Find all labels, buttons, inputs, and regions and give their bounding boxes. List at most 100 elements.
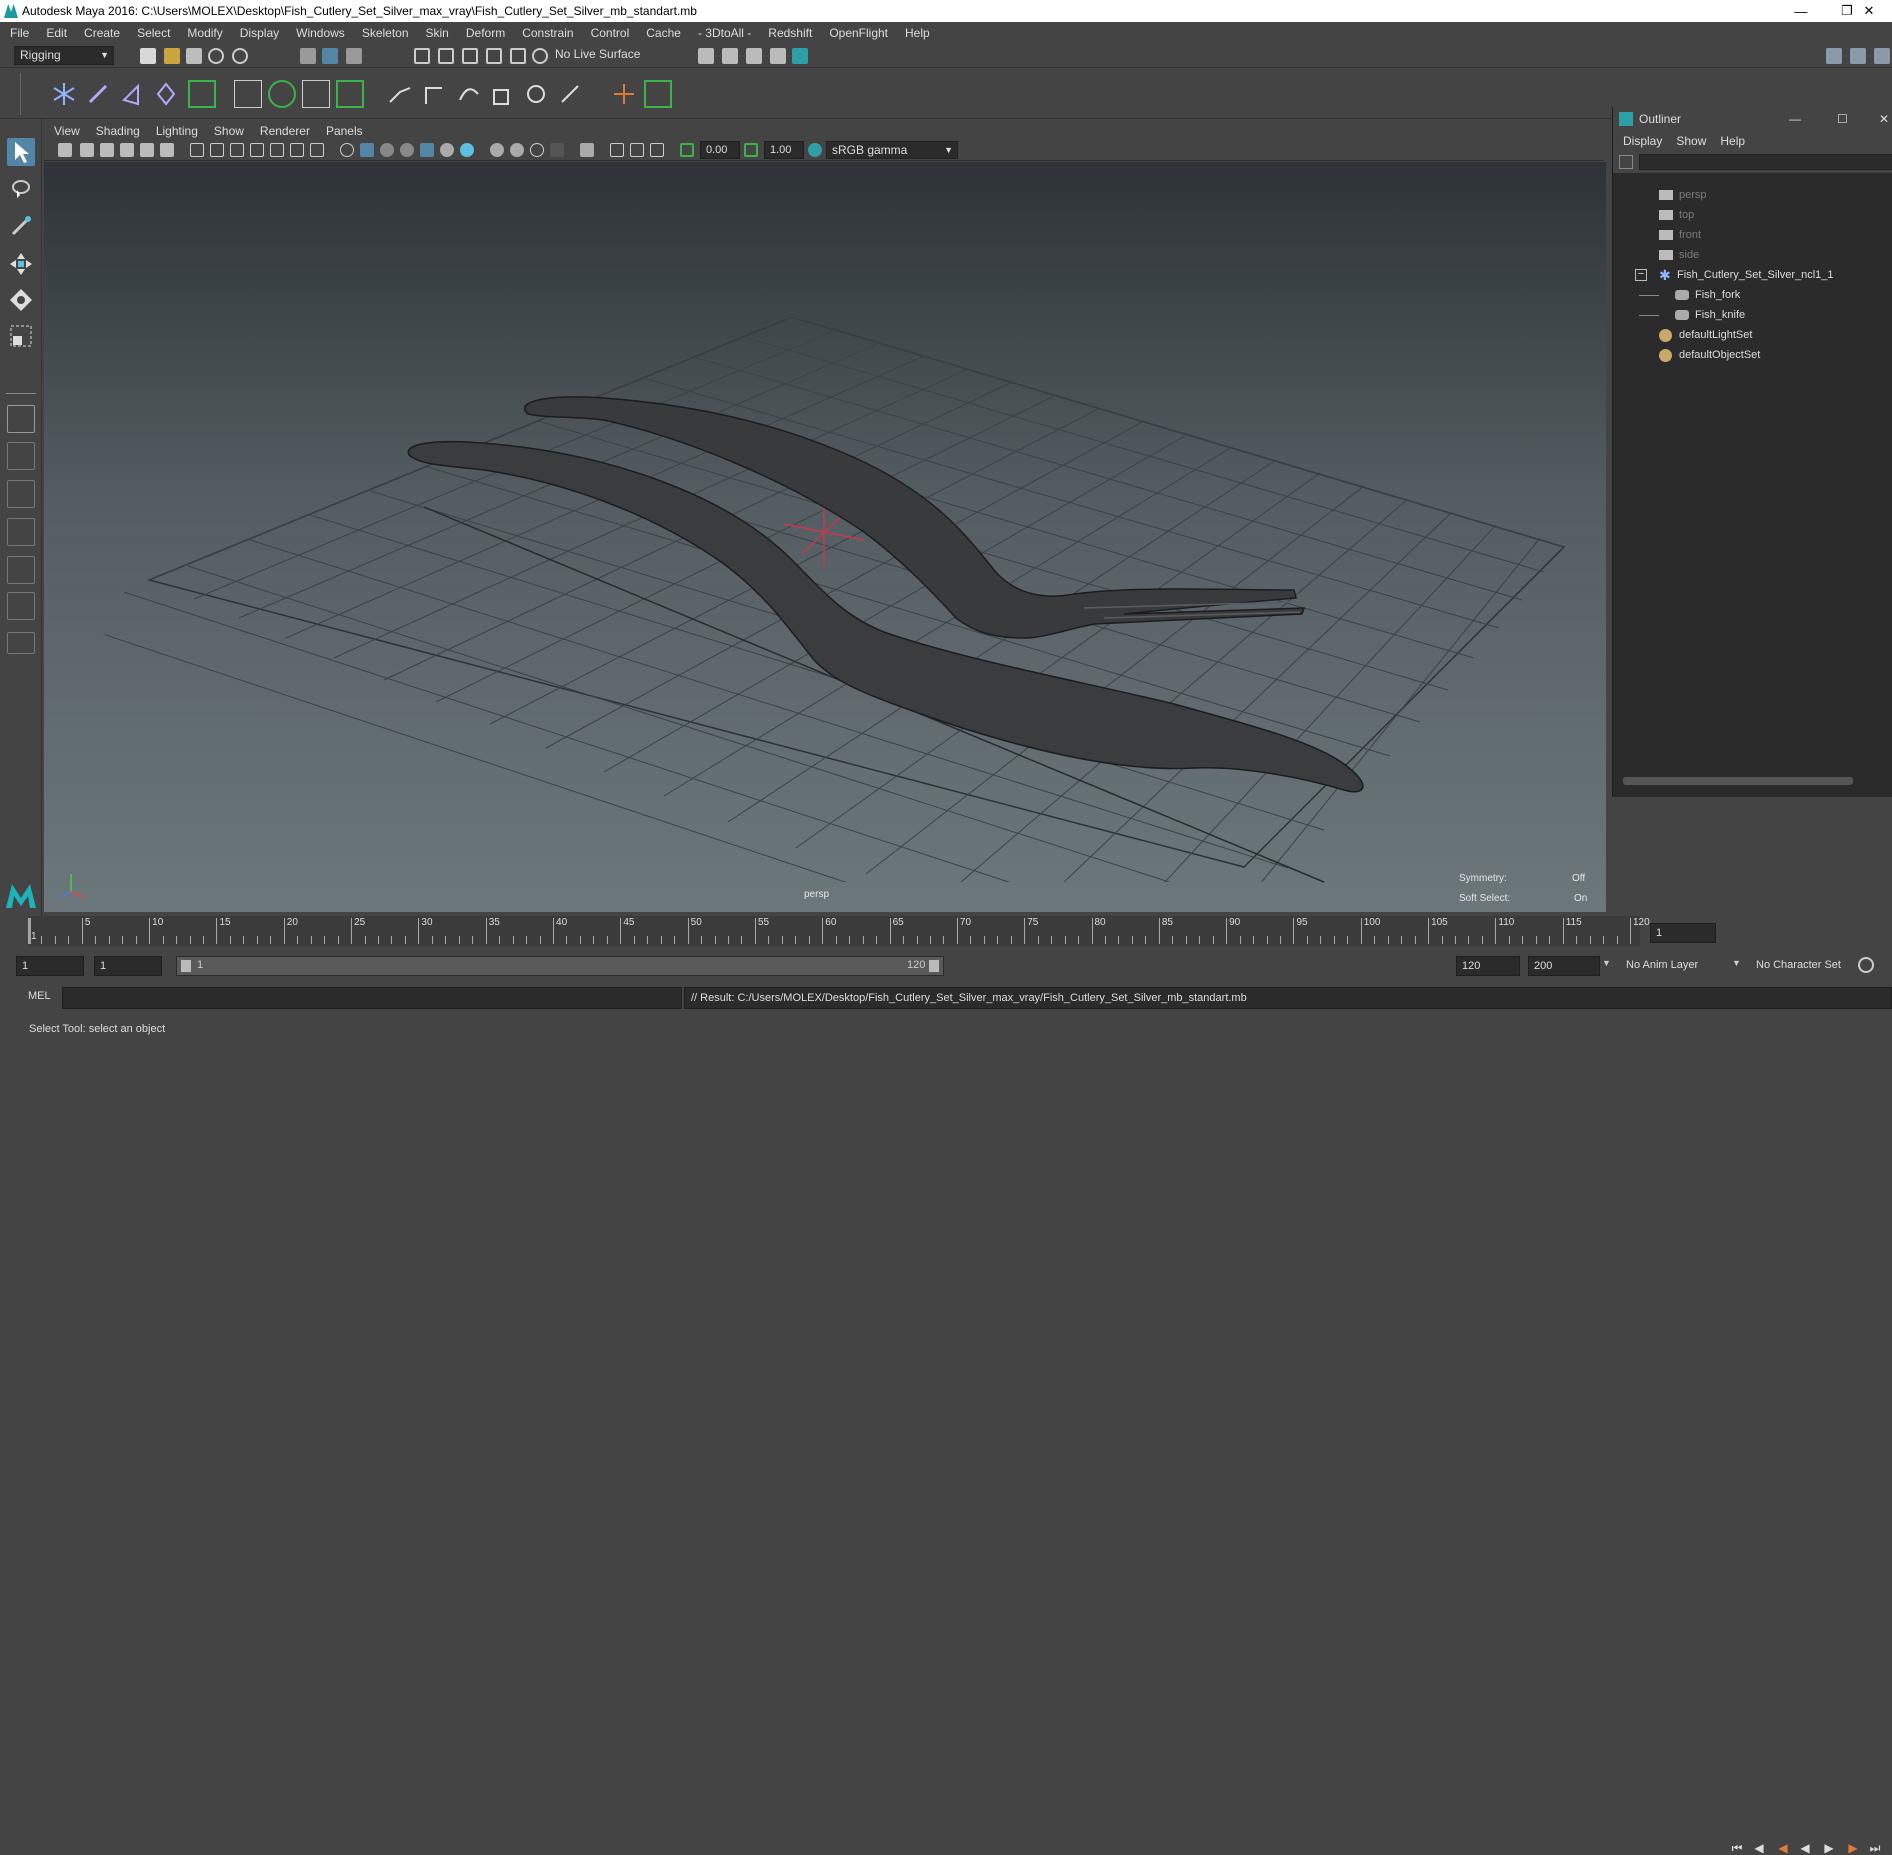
maya-home-icon[interactable] (4, 880, 38, 910)
current-frame-field[interactable]: 1 (1650, 923, 1716, 943)
gamma-icon[interactable] (744, 143, 758, 157)
rotate-tool-icon[interactable] (7, 286, 35, 314)
outliner-item[interactable]: Fish_knife (1613, 305, 1892, 325)
resolution-gate-icon[interactable] (230, 143, 244, 157)
outliner-close-button[interactable]: ✕ (1879, 112, 1889, 126)
outliner-maximize-button[interactable]: ☐ (1837, 112, 1848, 126)
motion-blur-icon[interactable] (490, 143, 504, 157)
outliner-item[interactable]: Fish_fork (1613, 285, 1892, 305)
layout-single-icon[interactable] (7, 405, 35, 433)
vp-menu-view[interactable]: View (54, 124, 80, 138)
range-slider[interactable]: 1 120 (176, 956, 944, 976)
menu-modify[interactable]: Modify (187, 26, 222, 40)
point-constraint-icon[interactable] (420, 80, 448, 108)
orient-constraint-icon[interactable] (454, 80, 482, 108)
layout-two-icon[interactable] (7, 480, 35, 508)
isolate-select-icon[interactable] (550, 143, 564, 157)
outliner-minimize-button[interactable]: — (1789, 112, 1801, 126)
outliner-item[interactable]: side (1613, 245, 1892, 265)
menu-3dtoall[interactable]: - 3DtoAll - (698, 26, 751, 40)
panel-layout-icon[interactable] (1826, 48, 1842, 64)
aim-constraint-icon[interactable] (522, 80, 550, 108)
field-chart-icon[interactable] (270, 143, 284, 157)
joint-tool-icon[interactable] (50, 80, 78, 108)
grease-pencil-icon[interactable] (160, 143, 174, 157)
playback-end-field[interactable]: 120 (1456, 956, 1520, 976)
pole-vector-icon[interactable] (556, 80, 584, 108)
camera-attributes-icon[interactable] (80, 143, 94, 157)
vp-menu-renderer[interactable]: Renderer (260, 124, 310, 138)
time-slider[interactable]: 1 5 10 15 20 25 30 35 40 45 50 55 60 65 70 75 80 85 90 95 10… (0, 916, 1892, 1855)
layout-persp-graph-icon[interactable] (7, 518, 35, 546)
playback-start-field[interactable]: 1 (94, 956, 162, 976)
snap-point-icon[interactable] (462, 48, 478, 64)
ik-spline-icon[interactable] (118, 80, 146, 108)
vp-menu-shading[interactable]: Shading (96, 124, 140, 138)
menu-windows[interactable]: Windows (296, 26, 345, 40)
command-input[interactable] (62, 987, 682, 1009)
animation-start-field[interactable]: 1 (16, 956, 84, 976)
wireframe-on-shaded-icon[interactable] (380, 143, 394, 157)
menu-skin[interactable]: Skin (426, 26, 449, 40)
outliner-menu-help[interactable]: Help (1720, 134, 1745, 148)
exposure-icon[interactable] (680, 143, 694, 157)
character-set-dropdown[interactable]: No Character Set (1756, 959, 1841, 971)
xray-joints-icon[interactable] (610, 143, 624, 157)
vp-menu-show[interactable]: Show (214, 124, 244, 138)
shadows-icon[interactable] (440, 143, 454, 157)
snap-surface-icon[interactable] (510, 48, 526, 64)
layout-persp-outliner-icon[interactable] (7, 556, 35, 584)
new-scene-icon[interactable] (140, 48, 156, 64)
textured-icon[interactable] (400, 143, 414, 157)
snap-view-icon[interactable] (486, 48, 502, 64)
step-back-frame-icon[interactable]: ◀ (1752, 1841, 1766, 1855)
gate-mask-icon[interactable] (250, 143, 264, 157)
undo-icon[interactable] (208, 48, 224, 64)
render-view-icon[interactable] (722, 48, 738, 64)
cluster-icon[interactable] (336, 80, 364, 108)
animation-end-field[interactable]: 200 (1528, 956, 1600, 976)
menuset-dropdown[interactable]: Rigging ▼ (14, 46, 114, 65)
pan-zoom-icon[interactable] (140, 143, 154, 157)
outliner-scrollbar[interactable] (1623, 777, 1853, 785)
outliner-item[interactable]: − ✱ Fish_Cutlery_Set_Silver_ncl1_1 (1613, 265, 1892, 285)
locator-icon[interactable] (610, 80, 638, 108)
outliner-search-input[interactable] (1639, 154, 1892, 170)
script-language-button[interactable]: MEL (28, 990, 51, 1002)
go-to-end-icon[interactable]: ⏭ (1868, 1841, 1882, 1855)
select-hierarchy-icon[interactable] (300, 48, 316, 64)
xray-active-icon[interactable] (630, 143, 644, 157)
scale-tool-icon[interactable] (7, 322, 35, 350)
filter-icon[interactable] (1619, 155, 1633, 169)
vp-menu-lighting[interactable]: Lighting (156, 124, 198, 138)
outliner-item[interactable]: defaultObjectSet (1613, 345, 1892, 365)
shelf-options-icon[interactable] (20, 73, 36, 115)
grid-toggle-icon[interactable] (190, 143, 204, 157)
vp-menu-panels[interactable]: Panels (326, 124, 363, 138)
snap-live-icon[interactable] (532, 48, 548, 64)
select-camera-icon[interactable] (58, 143, 72, 157)
menu-redshift[interactable]: Redshift (768, 26, 812, 40)
step-forward-key-icon[interactable]: ▶ (1846, 1841, 1860, 1855)
outliner-item[interactable]: top (1613, 205, 1892, 225)
collapse-toggle-icon[interactable]: − (1635, 269, 1647, 281)
use-lights-icon[interactable] (420, 143, 434, 157)
orient-joint-icon[interactable] (188, 80, 216, 108)
ik-fk-switch-icon[interactable] (644, 80, 672, 108)
backface-culling-icon[interactable] (650, 143, 664, 157)
anti-alias-icon[interactable] (510, 143, 524, 157)
menu-openflight[interactable]: OpenFlight (829, 26, 888, 40)
menu-create[interactable]: Create (84, 26, 120, 40)
render-frame-icon[interactable] (698, 48, 714, 64)
image-plane-icon[interactable] (120, 143, 134, 157)
ambient-occlusion-icon[interactable] (460, 143, 474, 157)
gamma-field[interactable]: 1.00 (764, 141, 804, 159)
auto-key-icon[interactable] (1858, 957, 1874, 973)
parent-constraint-icon[interactable] (386, 80, 414, 108)
close-button[interactable]: ✕ (1846, 0, 1892, 22)
menu-edit[interactable]: Edit (46, 26, 67, 40)
smooth-shade-icon[interactable] (360, 143, 374, 157)
menu-constrain[interactable]: Constrain (522, 26, 573, 40)
select-component-icon[interactable] (346, 48, 362, 64)
range-end-handle[interactable] (929, 960, 939, 972)
